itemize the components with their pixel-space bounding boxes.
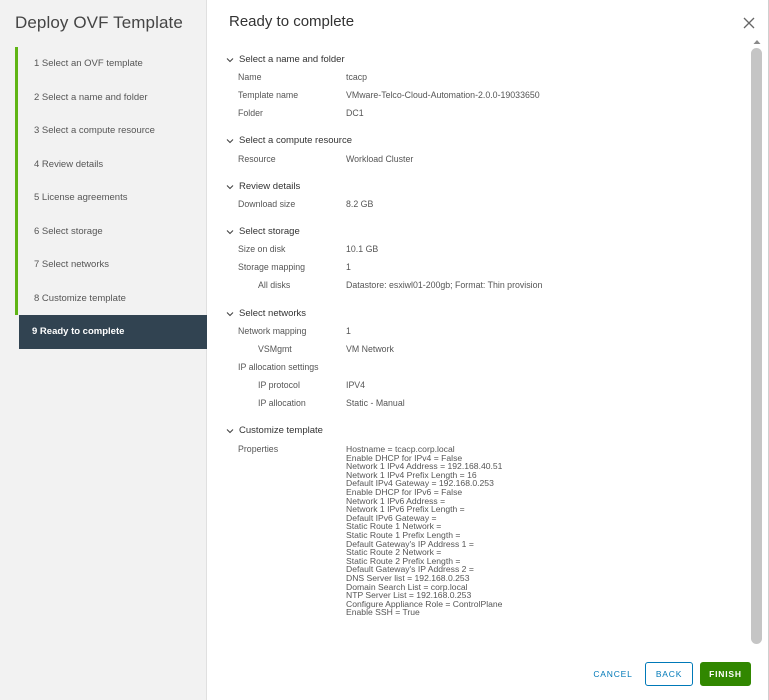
row-value: DC1 [346,108,364,118]
row-label: VSMgmt [258,344,292,354]
row-label: Properties [238,444,279,454]
row-label: IP protocol [258,380,300,390]
back-button[interactable]: BACK [645,662,693,686]
row-label: Download size [238,199,296,209]
step-review-details[interactable]: 4 Review details [15,147,207,181]
row-label: Resource [238,154,276,164]
section-storage-header[interactable]: Select storage [226,226,300,237]
chevron-down-icon [226,57,234,62]
step-license-agreements[interactable]: 5 License agreements [15,181,207,215]
row-value: VMware-Telco-Cloud-Automation-2.0.0-1903… [346,90,540,100]
chevron-down-icon [226,138,234,143]
section-title: Select a name and folder [239,54,345,65]
chevron-down-icon [226,229,234,234]
chevron-down-icon [226,428,234,433]
wizard-steps: 1 Select an OVF template 2 Select a name… [15,47,207,349]
section-title: Review details [239,181,301,192]
section-networks-header[interactable]: Select networks [226,308,306,319]
cancel-button[interactable]: CANCEL [586,662,640,686]
wizard-title: Deploy OVF Template [15,13,183,32]
row-value: 10.1 GB [346,244,379,254]
row-value: VM Network [346,344,394,354]
row-value: Workload Cluster [346,154,414,164]
row-label: Folder [238,108,263,118]
finish-button[interactable]: FINISH [700,662,751,686]
row-label: IP allocation settings [238,362,319,372]
row-label: Size on disk [238,244,286,254]
summary-scroll-area[interactable]: Select a name and folder Name tcacp Temp… [222,36,762,648]
row-value: Static - Manual [346,398,405,408]
section-title: Select networks [239,308,307,319]
properties-list: Hostname = tcacp.corp.local Enable DHCP … [346,445,502,617]
step-select-name-folder[interactable]: 2 Select a name and folder [15,80,207,114]
step-select-networks[interactable]: 7 Select networks [15,248,207,282]
section-compute-header[interactable]: Select a compute resource [226,135,352,146]
row-label: Template name [238,90,299,100]
step-select-storage[interactable]: 6 Select storage [15,214,207,248]
step-ready-to-complete[interactable]: 9 Ready to complete [19,315,207,349]
step-select-ovf-template[interactable]: 1 Select an OVF template [15,47,207,81]
row-value: IPV4 [346,380,366,390]
wizard-nav-pane: Deploy OVF Template 1 Select an OVF temp… [0,0,207,700]
section-customize-header[interactable]: Customize template [226,425,323,436]
section-title: Customize template [239,425,323,436]
page-title: Ready to complete [229,13,355,30]
section-name-folder-header[interactable]: Select a name and folder [226,54,345,65]
row-label: Network mapping [238,326,307,336]
row-value: Datastore: esxiwl01-200gb; Format: Thin … [346,280,543,290]
step-select-compute-resource[interactable]: 3 Select a compute resource [15,114,207,148]
row-label: IP allocation [258,398,306,408]
row-label: All disks [258,280,291,290]
section-review-header[interactable]: Review details [226,181,300,192]
section-title: Select storage [239,226,300,237]
row-value: 1 [346,326,351,336]
section-title: Select a compute resource [239,135,353,146]
scroll-up-arrow-icon[interactable] [753,39,761,45]
close-icon[interactable] [741,15,757,31]
step-customize-template[interactable]: 8 Customize template [15,281,207,315]
row-value: 1 [346,262,351,272]
row-label: Storage mapping [238,262,305,272]
chevron-down-icon [226,184,234,189]
row-value: 8.2 GB [346,199,374,209]
deploy-ovf-dialog: Deploy OVF Template 1 Select an OVF temp… [0,0,769,700]
scrollbar-thumb[interactable] [751,48,762,644]
row-value: tcacp [346,72,368,82]
row-label: Name [238,72,262,82]
property-line: Enable SSH = True [346,607,420,618]
chevron-down-icon [226,311,234,316]
